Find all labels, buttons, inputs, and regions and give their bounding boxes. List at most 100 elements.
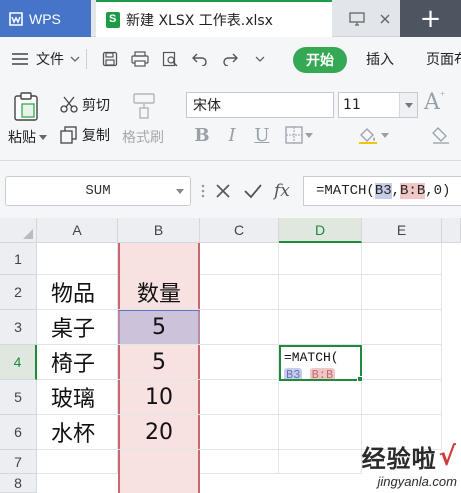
row-header-8[interactable]: 8 bbox=[0, 474, 37, 493]
paste-button[interactable]: 粘贴 bbox=[8, 127, 47, 147]
row-header-4[interactable]: 4 bbox=[0, 345, 37, 380]
wps-home-tab[interactable]: WPS bbox=[0, 0, 91, 37]
watermark: 经验啦 √ jingyanla.com bbox=[361, 439, 457, 490]
cut-button[interactable]: 剪切 bbox=[60, 95, 110, 115]
tab-start[interactable]: 开始 bbox=[293, 47, 347, 73]
fill-color-chevron-icon[interactable] bbox=[379, 122, 391, 148]
paste-chevron-icon bbox=[39, 134, 47, 140]
cell-a3[interactable]: 桌子 bbox=[37, 310, 118, 345]
formula-input[interactable]: =MATCH(B3, B:B ,0) bbox=[303, 176, 461, 206]
redo-icon[interactable] bbox=[217, 46, 243, 72]
cell-e1[interactable] bbox=[362, 243, 442, 275]
tab-bar: WPS 新建 XLSX 工作表.xlsx + bbox=[0, 0, 461, 37]
cell-c4[interactable] bbox=[200, 345, 279, 380]
window-monitor-icon[interactable] bbox=[343, 0, 371, 37]
row-header-2[interactable]: 2 bbox=[0, 275, 37, 310]
cell-a1[interactable] bbox=[37, 243, 118, 275]
column-header-c[interactable]: C bbox=[200, 218, 279, 243]
column-header-b[interactable]: B bbox=[118, 218, 200, 243]
cell-c7[interactable] bbox=[200, 450, 279, 474]
name-box-value: SUM bbox=[85, 183, 111, 199]
grow-font-label: A bbox=[424, 90, 440, 115]
cell-a2[interactable]: 物品 bbox=[37, 275, 118, 310]
font-size-chevron-icon[interactable] bbox=[399, 93, 417, 117]
borders-chevron-icon[interactable] bbox=[303, 122, 315, 148]
cell-b3[interactable]: 5 bbox=[118, 310, 200, 345]
italic-button[interactable]: I bbox=[220, 122, 244, 148]
font-size-value: 11 bbox=[343, 97, 361, 113]
name-box[interactable]: SUM bbox=[5, 176, 191, 206]
copy-label: 复制 bbox=[82, 128, 110, 144]
row-header-1[interactable]: 1 bbox=[0, 243, 37, 275]
cell-d1[interactable] bbox=[279, 243, 362, 275]
cell-e5[interactable] bbox=[362, 380, 442, 415]
cell-d4-editor[interactable]: =MATCH( B3 B:B bbox=[279, 345, 362, 381]
format-painter-button[interactable]: 格式刷 bbox=[122, 127, 164, 147]
cell-d5[interactable] bbox=[279, 380, 362, 415]
print-preview-icon[interactable] bbox=[157, 46, 183, 72]
column-header-a[interactable]: A bbox=[37, 218, 118, 243]
clear-format-icon[interactable] bbox=[428, 122, 452, 148]
cell-d3[interactable] bbox=[279, 310, 362, 345]
cell-a6[interactable]: 水杯 bbox=[37, 415, 118, 450]
underline-button[interactable]: U bbox=[250, 122, 274, 148]
print-icon[interactable] bbox=[127, 46, 153, 72]
copy-icon bbox=[60, 126, 77, 144]
formula-suffix: ,0) bbox=[425, 183, 451, 199]
tab-insert[interactable]: 插入 bbox=[366, 37, 394, 81]
file-menu[interactable]: 文件 bbox=[12, 49, 80, 69]
save-icon[interactable] bbox=[97, 46, 123, 72]
column-header-f[interactable] bbox=[442, 218, 461, 243]
row-header-7[interactable]: 7 bbox=[0, 450, 37, 474]
cut-label: 剪切 bbox=[82, 98, 110, 114]
undo-icon[interactable] bbox=[187, 46, 213, 72]
name-box-chevron-icon[interactable] bbox=[176, 189, 184, 194]
paste-icon[interactable] bbox=[12, 91, 40, 121]
cell-b2[interactable]: 数量 bbox=[118, 275, 200, 310]
row-header-5[interactable]: 5 bbox=[0, 380, 37, 415]
cell-e2[interactable] bbox=[362, 275, 442, 310]
cell-a4[interactable]: 椅子 bbox=[37, 345, 118, 380]
cell-e4[interactable] bbox=[362, 345, 442, 380]
cell-a5[interactable]: 玻璃 bbox=[37, 380, 118, 415]
cell-d7[interactable] bbox=[279, 450, 362, 474]
cell-c3[interactable] bbox=[200, 310, 279, 345]
row-header-6[interactable]: 6 bbox=[0, 415, 37, 450]
row-header-3[interactable]: 3 bbox=[0, 310, 37, 345]
font-size-select[interactable]: 11 bbox=[338, 92, 418, 118]
wps-logo-icon bbox=[9, 11, 23, 26]
fill-handle[interactable] bbox=[357, 376, 363, 382]
column-header-e[interactable]: E bbox=[362, 218, 442, 243]
select-all-corner[interactable] bbox=[0, 218, 37, 243]
close-tab-icon[interactable] bbox=[371, 0, 399, 37]
copy-button[interactable]: 复制 bbox=[60, 125, 110, 145]
fill-color-icon[interactable] bbox=[356, 122, 380, 148]
cell-c5[interactable] bbox=[200, 380, 279, 415]
font-name-select[interactable]: 宋体 bbox=[186, 92, 334, 118]
insert-function-icon[interactable]: fx bbox=[274, 178, 290, 204]
cell-b5[interactable]: 10 bbox=[118, 380, 200, 415]
cell-e3[interactable] bbox=[362, 310, 442, 345]
spreadsheet-icon bbox=[106, 11, 120, 28]
cell-a7[interactable] bbox=[37, 450, 118, 474]
watermark-title-text: 经验啦 bbox=[361, 445, 437, 473]
format-painter-icon[interactable] bbox=[131, 92, 157, 120]
cell-b6[interactable]: 20 bbox=[118, 415, 200, 450]
more-chevron-down-icon[interactable] bbox=[247, 46, 273, 72]
bold-button[interactable]: B bbox=[190, 122, 214, 148]
cell-c6[interactable] bbox=[200, 415, 279, 450]
cell-d2[interactable] bbox=[279, 275, 362, 310]
column-header-d[interactable]: D bbox=[279, 218, 362, 243]
cancel-formula-icon[interactable] bbox=[215, 178, 231, 204]
cell-c1[interactable] bbox=[200, 243, 279, 275]
tab-page-layout[interactable]: 页面布 bbox=[426, 37, 461, 81]
confirm-formula-icon[interactable] bbox=[244, 178, 262, 204]
cell-b4[interactable]: 5 bbox=[118, 345, 200, 380]
cell-c2[interactable] bbox=[200, 275, 279, 310]
new-tab-button[interactable]: + bbox=[400, 0, 461, 37]
grow-font-button[interactable]: A ⁺ bbox=[424, 90, 445, 115]
cell-d6[interactable] bbox=[279, 415, 362, 450]
document-tab[interactable]: 新建 XLSX 工作表.xlsx bbox=[96, 0, 332, 37]
file-menu-label: 文件 bbox=[36, 52, 64, 68]
name-box-more-icon[interactable] bbox=[201, 178, 205, 204]
